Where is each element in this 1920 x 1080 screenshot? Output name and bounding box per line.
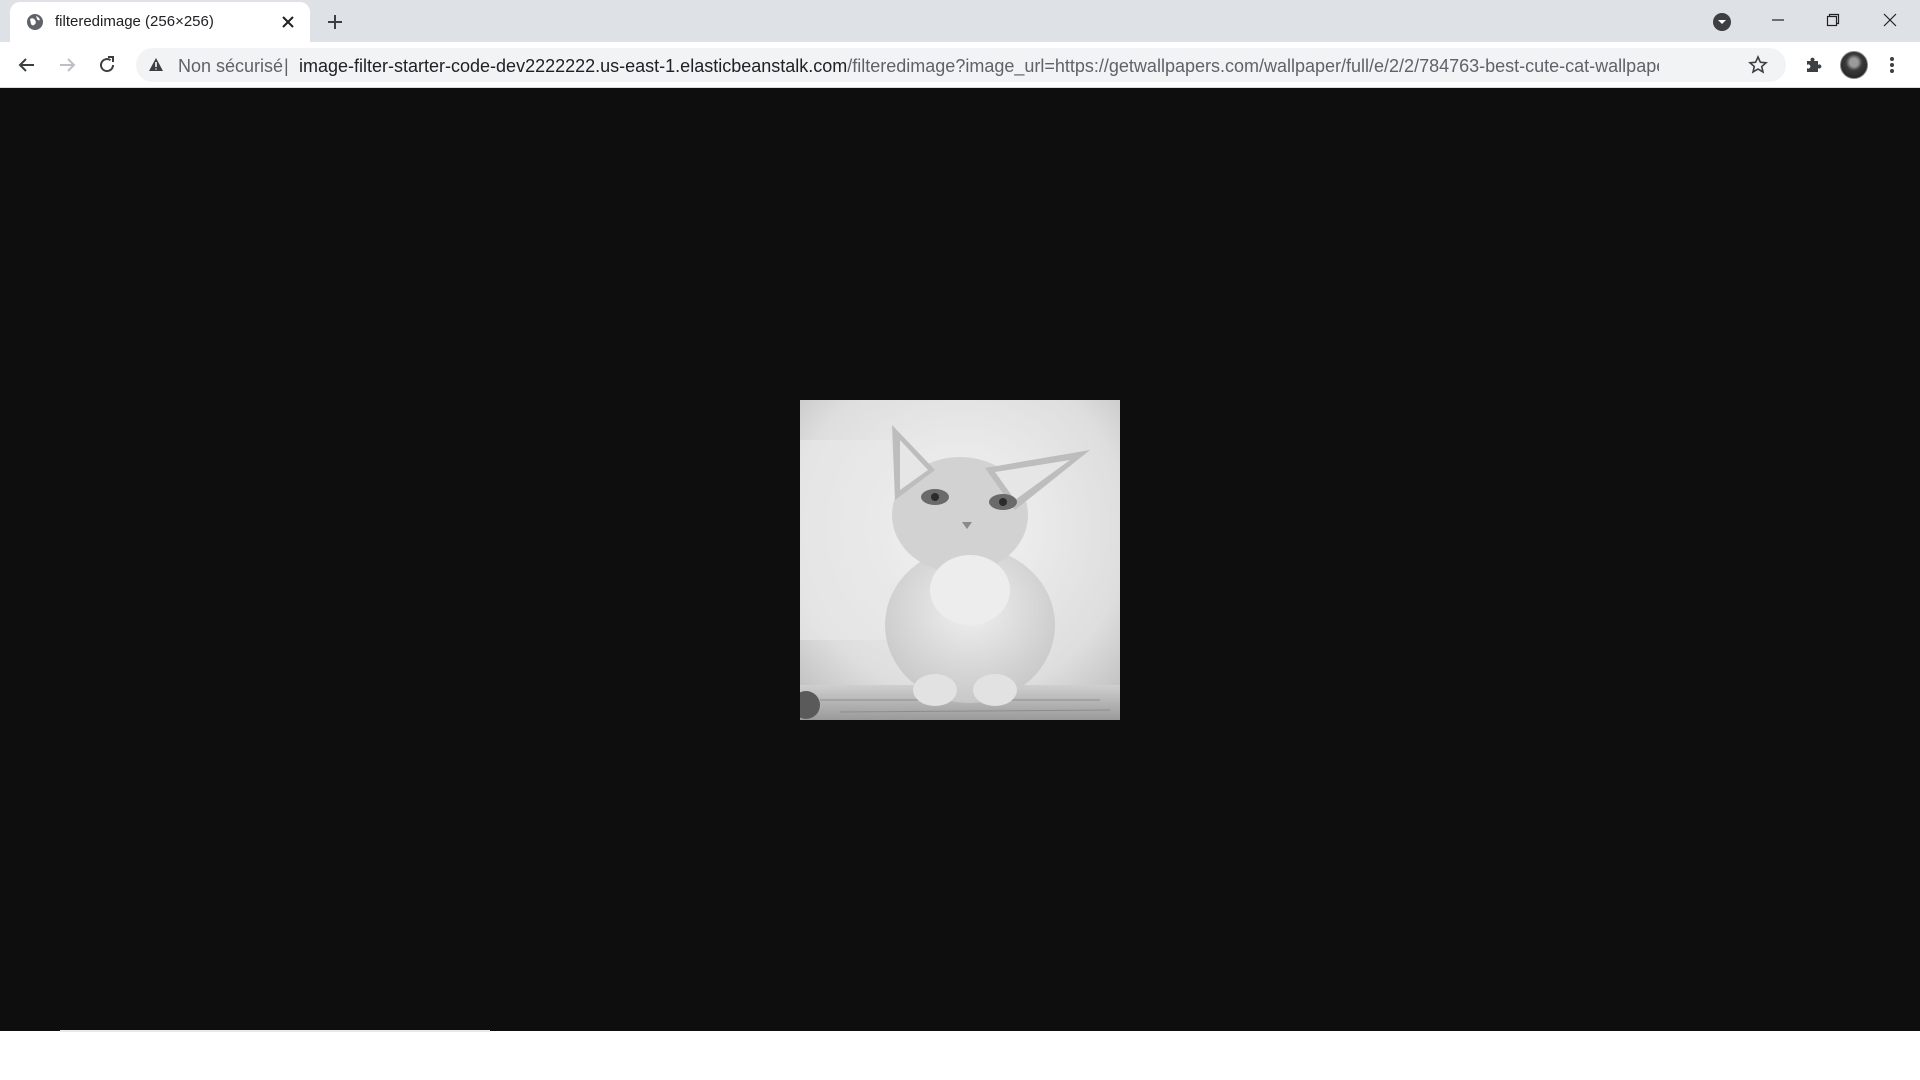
image-viewer xyxy=(0,88,1920,1031)
grayscale-kitten-photo xyxy=(800,400,1120,720)
avatar[interactable] xyxy=(1840,51,1868,79)
forward-button[interactable] xyxy=(53,51,81,79)
separator: | xyxy=(284,56,289,76)
active-tab[interactable]: filteredimage (256×256) xyxy=(10,2,310,42)
arrow-left-icon xyxy=(18,58,34,72)
url-path: /filteredimage?image_url=https://getwall… xyxy=(847,56,1659,76)
window-close-button[interactable] xyxy=(1872,6,1908,34)
minimize-icon xyxy=(1772,19,1784,21)
scroll-indicator xyxy=(60,1030,490,1032)
filtered-image[interactable] xyxy=(800,400,1120,720)
chevron-down-icon xyxy=(1713,13,1731,31)
browser-menu-button[interactable] xyxy=(1882,52,1902,78)
tab-search-button[interactable] xyxy=(1710,10,1734,34)
plus-icon xyxy=(328,15,342,29)
tab-title: filteredimage (256×256) xyxy=(55,13,214,30)
close-icon xyxy=(1883,13,1897,27)
restore-icon xyxy=(1826,13,1840,27)
minimize-button[interactable] xyxy=(1760,6,1796,34)
bookmark-star-button[interactable] xyxy=(1748,55,1768,75)
address-bar[interactable]: Non sécurisé | image-filter-starter-code… xyxy=(136,48,1786,82)
arrow-right-icon xyxy=(60,58,76,72)
globe-icon xyxy=(25,12,45,32)
close-icon[interactable] xyxy=(278,12,298,32)
puzzle-icon xyxy=(1807,57,1822,72)
back-button[interactable] xyxy=(13,51,41,79)
warning-triangle-icon[interactable] xyxy=(148,57,164,73)
reload-icon xyxy=(100,56,115,73)
tab-strip: filteredimage (256×256) xyxy=(0,0,1920,42)
url-text[interactable]: image-filter-starter-code-dev2222222.us-… xyxy=(299,56,1659,77)
reload-button[interactable] xyxy=(93,51,121,79)
new-tab-button[interactable] xyxy=(322,9,348,35)
url-host: image-filter-starter-code-dev2222222.us-… xyxy=(299,56,848,76)
star-icon xyxy=(1748,55,1768,74)
extensions-button[interactable] xyxy=(1800,52,1826,78)
restore-button[interactable] xyxy=(1815,6,1851,34)
browser-toolbar: Non sécurisé | image-filter-starter-code… xyxy=(0,42,1920,88)
kebab-menu-icon xyxy=(1890,57,1894,73)
security-status[interactable]: Non sécurisé xyxy=(178,56,283,77)
page-bottom-area xyxy=(0,1031,1920,1080)
